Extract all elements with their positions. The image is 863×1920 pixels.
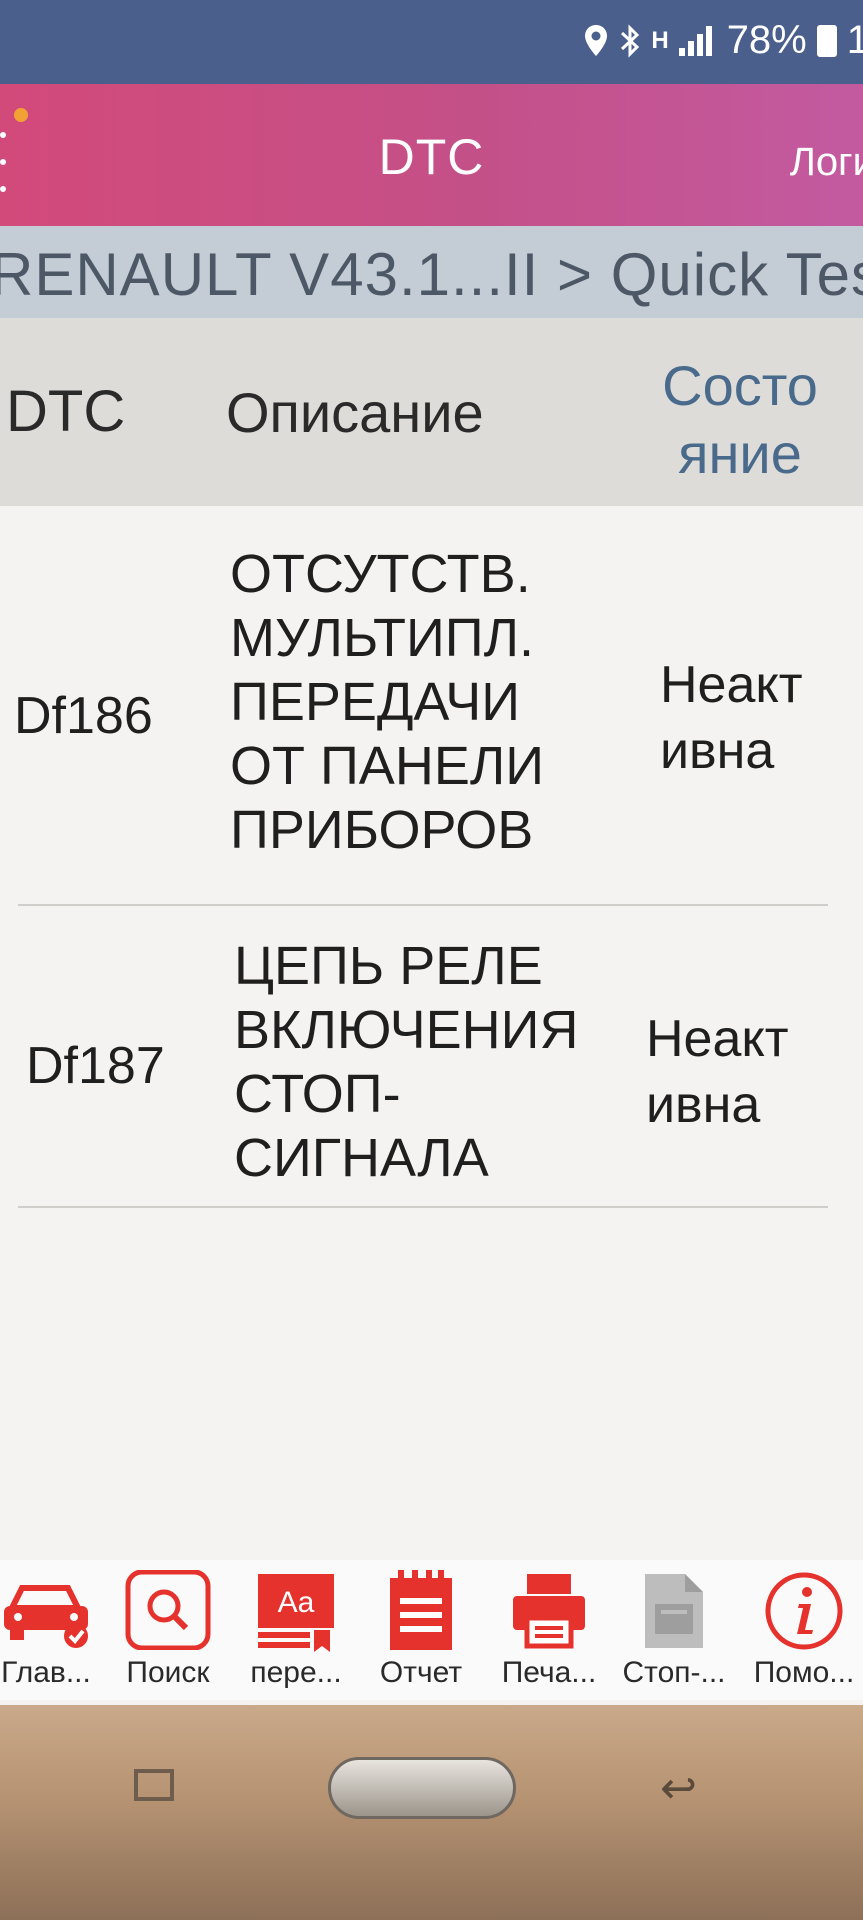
report-icon: [390, 1570, 452, 1650]
column-header-state: Состо яние: [662, 354, 818, 485]
toolbar-translate-button[interactable]: Aa пере...: [236, 1560, 356, 1700]
bluetooth-icon: [621, 23, 640, 58]
battery-icon: [816, 24, 837, 57]
dtc-description: ОТСУТСТВ. МУЛЬТИПЛ. ПЕРЕДАЧИ ОТ ПАНЕЛИ П…: [230, 544, 545, 860]
app-bar: DTC Логи: [0, 84, 863, 230]
toolbar-label: Отчет: [379, 1656, 463, 1689]
recent-apps-button[interactable]: [134, 1769, 174, 1801]
location-icon: [585, 24, 608, 56]
printer-icon: [513, 1574, 585, 1649]
toolbar-stop-button[interactable]: Стоп-...: [614, 1560, 734, 1700]
back-icon[interactable]: ↩: [660, 1763, 697, 1814]
table-row[interactable]: Df186 ОТСУТСТВ. МУЛЬТИПЛ. ПЕРЕДАЧИ ОТ ПА…: [0, 506, 863, 906]
notification-dot: [14, 108, 28, 122]
toolbar-help-button[interactable]: Помо...: [744, 1560, 863, 1700]
translate-icon: Aa: [258, 1574, 334, 1652]
toolbar-print-button[interactable]: Печа...: [489, 1560, 609, 1700]
battery-percent: 78%: [726, 18, 807, 62]
status-icons: H 78% 1: [583, 18, 863, 63]
toolbar-label: Поиск: [126, 1656, 210, 1689]
dtc-code: Df187: [26, 1037, 165, 1095]
login-button[interactable]: Логи: [790, 140, 863, 185]
bottom-toolbar: Глав... Поиск Aa пере... Отчет Печа... С…: [0, 1560, 863, 1700]
column-header-description: Описание: [226, 381, 484, 444]
status-bar: H 78% 1: [0, 0, 863, 90]
row-divider: [18, 1206, 828, 1208]
svg-text:Aa: Aa: [278, 1586, 315, 1619]
toolbar-label: Глав...: [1, 1656, 91, 1689]
car-check-icon: [4, 1585, 88, 1648]
dtc-state: Неакт ивна: [660, 656, 803, 780]
dtc-state: Неакт ивна: [646, 1010, 789, 1134]
toolbar-label: Помо...: [753, 1656, 855, 1689]
page-title: DTC: [378, 129, 485, 185]
toolbar-label: пере...: [250, 1656, 342, 1689]
info-icon: [765, 1572, 843, 1650]
search-icon: [125, 1570, 211, 1650]
column-header-dtc: DTC: [6, 379, 126, 444]
table-header: DTC Описание Состо яние: [0, 318, 863, 506]
stop-document-icon: [645, 1574, 703, 1648]
toolbar-home-button[interactable]: Глав...: [0, 1560, 106, 1700]
breadcrumb: RENAULT V43.1...II > Quick Test: [0, 226, 863, 318]
toolbar-search-button[interactable]: Поиск: [108, 1560, 228, 1700]
table-row[interactable]: Df187 ЦЕПЬ РЕЛЕ ВКЛЮЧЕНИЯ СТОП- СИГНАЛА …: [0, 906, 863, 1208]
signal-icon: [678, 25, 712, 56]
dtc-description: ЦЕПЬ РЕЛЕ ВКЛЮЧЕНИЯ СТОП- СИГНАЛА: [234, 936, 579, 1188]
clock: 1: [846, 18, 863, 62]
network-type-icon: H: [651, 26, 668, 54]
phone-bezel: ↩: [0, 1705, 863, 1920]
toolbar-report-button[interactable]: Отчет: [361, 1560, 481, 1700]
toolbar-label: Стоп-...: [622, 1656, 726, 1689]
breadcrumb-text: RENAULT V43.1...II > Quick Test: [0, 241, 863, 308]
toolbar-label: Печа...: [501, 1656, 597, 1689]
dtc-code: Df186: [14, 687, 153, 745]
app-screen: H 78% 1 DTC Логи RENAULT V43.1...II > Qu…: [0, 0, 863, 1705]
home-button[interactable]: [328, 1757, 516, 1819]
